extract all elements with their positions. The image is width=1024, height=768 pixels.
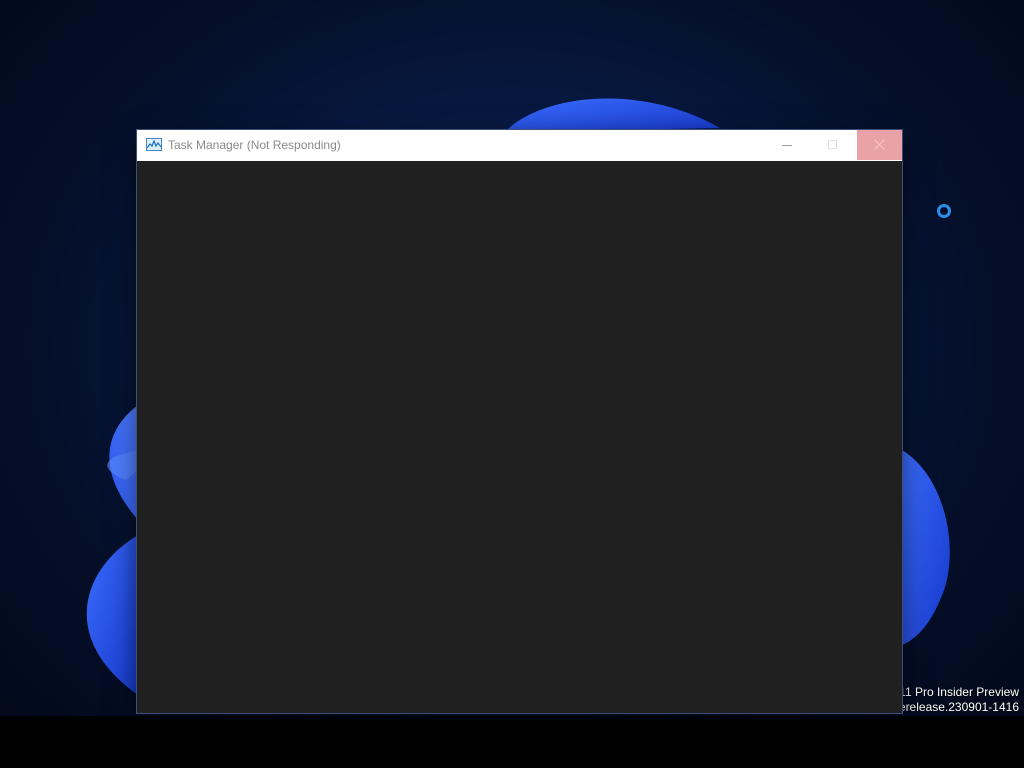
title-bar[interactable]: Task Manager (Not Responding) (137, 130, 902, 161)
task-manager-icon (146, 138, 162, 151)
task-manager-window[interactable]: Task Manager (Not Responding) (137, 130, 902, 713)
desktop: 11 Pro Insider Preview _prerelease.23090… (0, 0, 1024, 768)
busy-spinner-icon (937, 204, 951, 218)
close-icon (874, 139, 885, 150)
maximize-icon (828, 140, 837, 149)
watermark-build: _prerelease.230901-1416 (881, 700, 1019, 714)
window-title: Task Manager (Not Responding) (168, 138, 341, 152)
os-build-watermark: 11 Pro Insider Preview _prerelease.23090… (882, 685, 1019, 715)
minimize-button[interactable] (765, 130, 810, 160)
watermark-edition: 11 Pro Insider Preview (899, 685, 1019, 699)
minimize-icon (782, 145, 792, 146)
window-content-area[interactable] (137, 161, 902, 713)
maximize-button[interactable] (810, 130, 855, 160)
taskbar (0, 716, 1024, 768)
close-button[interactable] (857, 130, 902, 160)
